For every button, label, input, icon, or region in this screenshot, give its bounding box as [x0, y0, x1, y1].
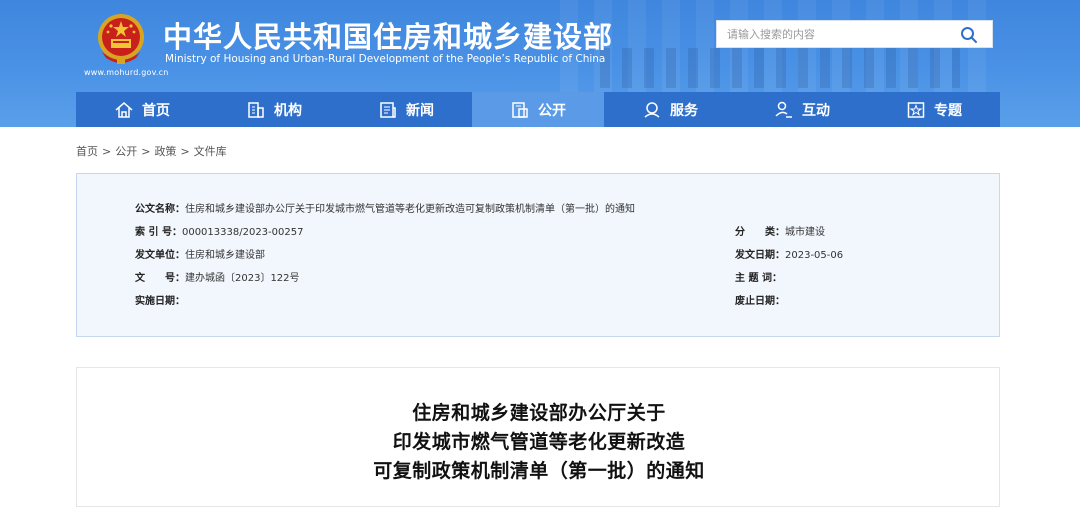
index-value: 000013338/2023-00257 [181, 227, 304, 238]
nav-label: 首页 [142, 102, 170, 119]
category-label: 分 类： [735, 227, 785, 238]
doc-number-value: 建办城函〔2023〕122号 [185, 273, 300, 284]
doc-number-label: 文 号： [135, 273, 185, 284]
subject-label: 主 题 词： [735, 273, 782, 284]
site-title[interactable]: 中华人民共和国住房和城乡建设部 [163, 14, 613, 56]
doc-name-row: 公文名称：住房和城乡建设部办公厅关于印发城市燃气管道等老化更新改造可复制政策机制… [135, 200, 635, 215]
search-input[interactable] [727, 25, 947, 43]
category-row: 分 类：城市建设 [735, 223, 825, 238]
main-nav: 首页 机构 新闻 公开 服务 互动 专题 [76, 92, 1000, 127]
issue-date-label: 发文日期： [735, 250, 785, 261]
site-url: www.mohurd.gov.cn [84, 68, 169, 77]
nav-interaction[interactable]: 互动 [736, 92, 868, 127]
article-title-line: 住房和城乡建设部办公厅关于 [412, 402, 666, 424]
expire-date-row: 废止日期： [735, 292, 785, 307]
breadcrumb-separator: > [180, 145, 190, 158]
impl-date-row: 实施日期： [135, 292, 185, 307]
home-icon [115, 101, 133, 118]
expire-date-label: 废止日期： [735, 296, 785, 307]
issue-date-value: 2023-05-06 [785, 250, 844, 261]
nav-label: 机构 [274, 102, 302, 119]
site-title-english: Ministry of Housing and Urban-Rural Deve… [165, 53, 606, 65]
news-icon [380, 101, 396, 118]
nav-institution[interactable]: 机构 [208, 92, 340, 127]
breadcrumb-public[interactable]: 公开 [115, 145, 137, 158]
nav-home[interactable]: 首页 [76, 92, 208, 127]
nav-label: 服务 [670, 102, 698, 119]
document-icon [512, 101, 528, 118]
nav-service[interactable]: 服务 [604, 92, 736, 127]
nav-public[interactable]: 公开 [472, 92, 604, 127]
doc-number-row: 文 号：建办城函〔2023〕122号 [135, 269, 300, 284]
nav-label: 新闻 [406, 102, 434, 119]
document-info-panel: 公文名称：住房和城乡建设部办公厅关于印发城市燃气管道等老化更新改造可复制政策机制… [76, 173, 1000, 337]
nav-news[interactable]: 新闻 [340, 92, 472, 127]
index-label: 索 引 号： [135, 227, 182, 238]
doc-name-label: 公文名称： [135, 204, 185, 215]
breadcrumb-library[interactable]: 文件库 [194, 145, 227, 158]
breadcrumb-policy[interactable]: 政策 [154, 145, 176, 158]
breadcrumb-separator: > [102, 145, 112, 158]
issuer-value: 住房和城乡建设部 [185, 250, 265, 261]
nav-label: 公开 [538, 102, 566, 119]
building-icon [248, 101, 264, 118]
nav-label: 互动 [802, 102, 830, 119]
issuer-row: 发文单位：住房和城乡建设部 [135, 246, 265, 261]
impl-date-label: 实施日期： [135, 296, 185, 307]
interaction-icon [775, 101, 792, 118]
search-box [716, 20, 993, 48]
breadcrumb: 首页 > 公开 > 政策 > 文件库 [76, 143, 227, 159]
category-value: 城市建设 [785, 227, 825, 238]
article-title-line: 可复制政策机制清单（第一批）的通知 [373, 460, 705, 482]
star-icon [907, 101, 925, 118]
doc-name-value: 住房和城乡建设部办公厅关于印发城市燃气管道等老化更新改造可复制政策机制清单（第一… [185, 204, 635, 215]
breadcrumb-separator: > [141, 145, 151, 158]
issuer-label: 发文单位： [135, 250, 185, 261]
nav-topic[interactable]: 专题 [868, 92, 1000, 127]
article-title-line: 印发城市燃气管道等老化更新改造 [392, 431, 686, 453]
index-row: 索 引 号：000013338/2023-00257 [135, 223, 303, 238]
article-body: 住房和城乡建设部办公厅关于 印发城市燃气管道等老化更新改造 可复制政策机制清单（… [76, 367, 1000, 507]
subject-row: 主 题 词： [735, 269, 782, 284]
nav-label: 专题 [934, 102, 962, 119]
search-icon[interactable] [960, 26, 978, 44]
national-emblem-icon[interactable] [96, 12, 146, 66]
header-background-windows [600, 48, 960, 88]
issue-date-row: 发文日期：2023-05-06 [735, 246, 843, 261]
service-icon [644, 101, 660, 118]
breadcrumb-home[interactable]: 首页 [76, 145, 98, 158]
